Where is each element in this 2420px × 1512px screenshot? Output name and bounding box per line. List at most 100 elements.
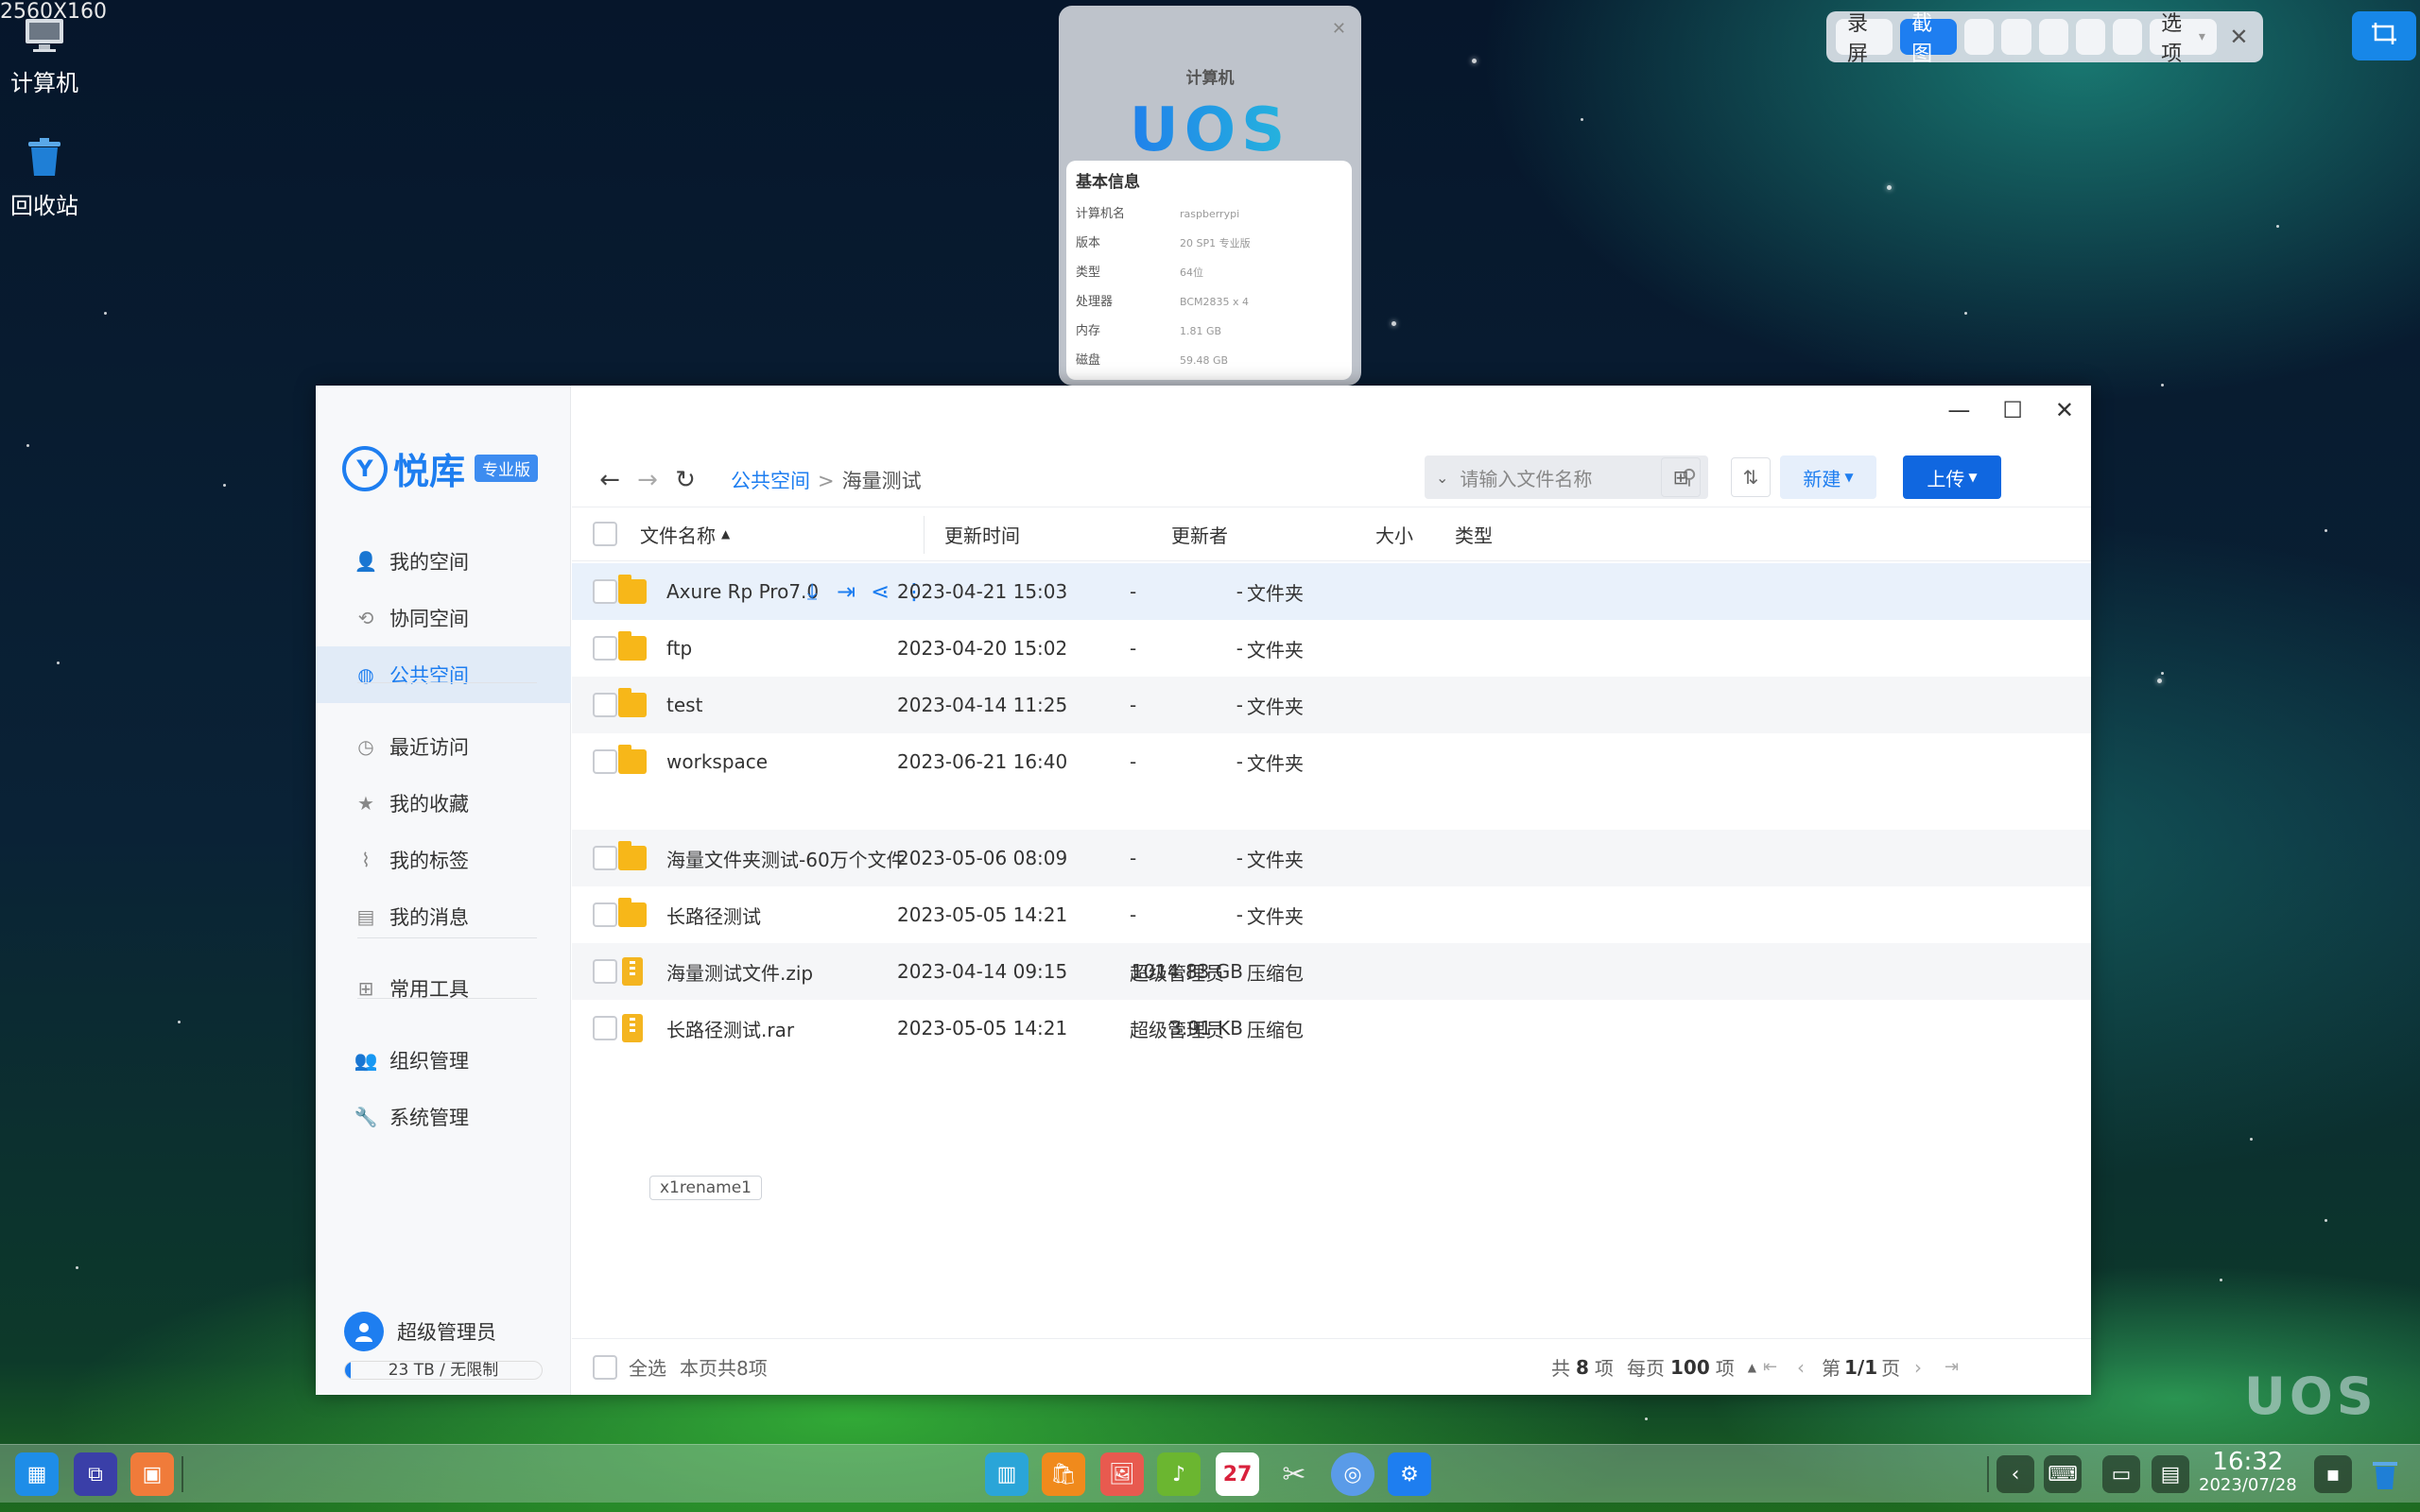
footer-select-all-checkbox[interactable] — [593, 1354, 617, 1380]
basic-info-card: 基本信息 计算机名 raspberrypi 版本 20 SP1 专业版 类型 64位 … — [1066, 161, 1352, 380]
forward-arrow-icon[interactable]: → — [629, 461, 666, 499]
file-name[interactable]: Axure Rp Pro7.0 — [666, 563, 819, 620]
file-manager-app-icon[interactable]: ▥ — [985, 1452, 1028, 1496]
clock-time: 16:32 — [2212, 1448, 2284, 1476]
tools-icon[interactable]: ✂ — [1272, 1452, 1316, 1496]
last-page-icon[interactable]: ⇥ — [1945, 1339, 1959, 1395]
file-updated-time: 2023-05-05 14:21 — [897, 1017, 1068, 1040]
power-status-icon[interactable]: ▪ — [2314, 1455, 2352, 1493]
select-all-label[interactable]: 全选 — [629, 1339, 666, 1395]
settings-icon[interactable]: ⚙ — [1388, 1452, 1431, 1496]
sidebar-item-collab-space[interactable]: ⟲ 协同空间 — [316, 590, 571, 646]
sidebar-item-messages[interactable]: ▤ 我的消息 — [316, 888, 571, 945]
line-tool-button[interactable] — [2038, 19, 2068, 55]
prev-page-icon[interactable]: ‹ — [1797, 1339, 1805, 1395]
wrench-icon: 🔧 — [354, 1106, 378, 1128]
new-button[interactable]: 新建 ▼ — [1780, 455, 1876, 499]
file-size: - — [1236, 750, 1243, 773]
capture-button[interactable]: 截图 — [1900, 12, 1958, 66]
sidebar-item-favorites[interactable]: ★ 我的收藏 — [316, 775, 571, 832]
app-store-icon[interactable]: 🛍 — [1042, 1452, 1085, 1496]
minimize-icon[interactable]: — — [1947, 397, 1970, 423]
folder-tray-icon[interactable]: ▤ — [2152, 1455, 2189, 1493]
column-header-updater[interactable]: 更新者 — [1171, 507, 1228, 560]
file-name[interactable]: 海量测试文件.zip — [666, 943, 813, 1000]
ellipse-tool-button[interactable] — [2001, 19, 2031, 55]
table-row[interactable]: workspace 2023-06-21 16:40- - 文件夹 — [572, 733, 2091, 828]
sidebar-item-org[interactable]: 👥 组织管理 — [316, 1032, 571, 1089]
close-icon[interactable]: ✕ — [2055, 397, 2074, 423]
sidebar-item-public-space[interactable]: ◍ 公共空间 — [316, 646, 571, 703]
file-name[interactable]: test — [666, 677, 702, 733]
file-name[interactable]: ftp — [666, 620, 692, 677]
workspace-icon[interactable]: ▣ — [130, 1452, 174, 1496]
file-name[interactable]: 长路径测试 — [666, 886, 761, 943]
per-page-select[interactable]: 每页 100 项 ▲ — [1627, 1339, 1756, 1395]
window-controls: — ☐ ✕ — [1947, 397, 2074, 423]
close-icon[interactable]: ✕ — [2224, 19, 2254, 55]
record-screen-button[interactable]: 录屏 — [1836, 12, 1893, 66]
upload-button[interactable]: 上传 ▼ — [1903, 455, 2001, 499]
move-icon[interactable]: ⇥ — [833, 563, 859, 620]
browser-icon[interactable]: ◎ — [1331, 1452, 1374, 1496]
table-row[interactable]: 海量文件夹测试-60万个文件 2023-05-06 08:09- - 文件夹 — [572, 830, 2091, 886]
keyboard-icon[interactable]: ⌨ — [2044, 1455, 2082, 1493]
clock[interactable]: 16:32 2023/07/28 — [2199, 1449, 2297, 1496]
sidebar-item-system[interactable]: 🔧 系统管理 — [316, 1089, 571, 1145]
multitask-view-icon[interactable]: ⧉ — [74, 1452, 117, 1496]
column-label: 文件名称 — [640, 524, 716, 547]
sidebar-item-tools[interactable]: ⊞ 常用工具 — [316, 960, 571, 1017]
chevron-down-icon[interactable]: ⌄ — [1436, 469, 1448, 487]
image-viewer-icon[interactable]: 🖼 — [1100, 1452, 1144, 1496]
table-row[interactable]: ftp 2023-04-20 15:02- - 文件夹 — [572, 620, 2091, 677]
column-header-time[interactable]: 更新时间 — [944, 507, 1020, 560]
close-icon[interactable]: ✕ — [1332, 19, 1346, 39]
refresh-icon[interactable]: ↻ — [666, 461, 704, 499]
current-user[interactable]: 超级管理员 — [344, 1312, 496, 1351]
launcher-icon[interactable]: ▦ — [15, 1452, 59, 1496]
share-icon[interactable]: ⋖ — [867, 563, 893, 620]
file-name[interactable]: 长路径测试.rar — [666, 1000, 794, 1057]
info-section-title: 基本信息 — [1076, 173, 1140, 192]
desktop-icon-trash[interactable]: 回收站 — [2, 136, 87, 221]
back-arrow-icon[interactable]: ← — [591, 461, 629, 499]
screenshot-corner-button[interactable] — [2352, 11, 2416, 60]
download-icon[interactable]: ⤓ — [799, 563, 825, 620]
file-size: - — [1236, 903, 1243, 926]
grid-view-button[interactable]: ⊞ — [1661, 457, 1701, 497]
breadcrumb-root[interactable]: 公共空间 — [731, 470, 810, 492]
first-page-icon[interactable]: ⇤ — [1763, 1339, 1777, 1395]
calendar-icon[interactable]: 27 — [1216, 1452, 1259, 1496]
file-name[interactable]: workspace — [666, 733, 768, 790]
tray-expand-icon[interactable]: ‹ — [1996, 1455, 2034, 1493]
maximize-icon[interactable]: ☐ — [2002, 397, 2023, 423]
text-tool-button[interactable] — [2112, 19, 2143, 55]
table-row[interactable]: Axure Rp Pro7.0 ⤓ ⇥ ⋖ ⋮ 2023-04-21 15:03- - 文件夹 — [572, 563, 2091, 620]
column-header-size[interactable]: 大小 — [1309, 507, 1413, 560]
sort-toggle-button[interactable]: ⇅ — [1731, 457, 1771, 497]
file-tag[interactable]: x1rename1 — [649, 1176, 762, 1200]
sidebar-item-my-space[interactable]: 👤 我的空间 — [316, 533, 571, 590]
desktop-icon-computer[interactable]: 计算机 — [2, 17, 87, 98]
table-row[interactable]: test 2023-04-14 11:25- - 文件夹 — [572, 677, 2091, 733]
pen-tool-button[interactable] — [2075, 19, 2105, 55]
select-all-checkbox[interactable] — [593, 522, 617, 546]
sidebar-item-label: 组织管理 — [389, 1050, 469, 1073]
rect-tool-button[interactable] — [1964, 19, 1995, 55]
table-row[interactable]: 海量测试文件.zip 2023-04-14 09:15 超级管理员 1014.83 G… — [572, 943, 2091, 1000]
sidebar-item-recent[interactable]: ◷ 最近访问 — [316, 718, 571, 775]
options-button[interactable]: 选项 ▾ — [2150, 12, 2217, 66]
user-icon: 👤 — [354, 550, 378, 573]
next-page-icon[interactable]: › — [1914, 1339, 1922, 1395]
file-name[interactable]: 海量文件夹测试-60万个文件 — [666, 830, 906, 886]
sidebar-item-tags[interactable]: ⌇ 我的标签 — [316, 832, 571, 888]
table-row[interactable]: 长路径测试 2023-05-05 14:21- - 文件夹 — [572, 886, 2091, 943]
music-icon[interactable]: ♪ — [1157, 1452, 1201, 1496]
file-type: 文件夹 — [1247, 904, 1304, 928]
column-header-type[interactable]: 类型 — [1455, 507, 1493, 560]
column-header-name[interactable]: 文件名称 ▲ — [640, 507, 730, 560]
info-value: 59.48 GB — [1180, 354, 1229, 367]
trash-icon[interactable] — [2363, 1452, 2407, 1496]
table-row[interactable]: 长路径测试.rar 2023-05-05 14:21 超级管理员 3.91 KB 压缩包 — [572, 1000, 2091, 1057]
notification-icon[interactable]: ▭ — [2102, 1455, 2140, 1493]
